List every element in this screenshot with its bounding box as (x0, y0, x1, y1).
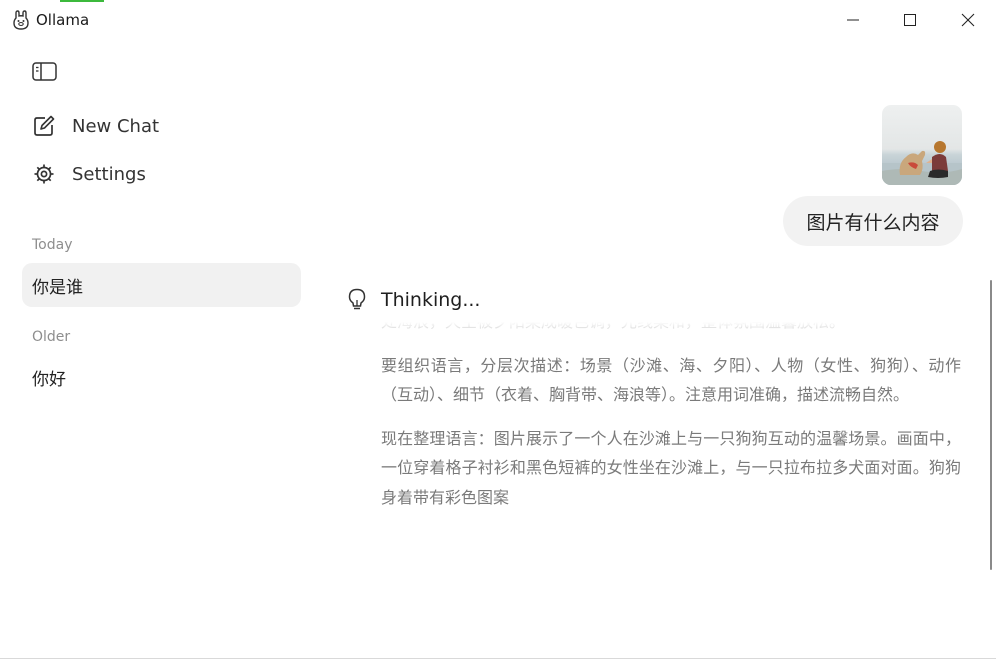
conversation-scrollbar[interactable] (987, 100, 996, 660)
new-chat-button[interactable]: New Chat (22, 106, 302, 146)
app-title: Ollama (36, 11, 90, 29)
scrollbar-thumb[interactable] (990, 280, 992, 570)
section-label-today: Today (32, 237, 73, 253)
section-label-older: Older (32, 329, 71, 345)
maximize-icon (904, 14, 916, 26)
thinking-paragraph: 要组织语言，分层次描述：场景（沙滩、海、夕阳）、人物（女性、狗狗）、动作（互动）… (381, 355, 961, 405)
thinking-label: Thinking... (381, 289, 481, 311)
chat-history-item[interactable]: 你好 (22, 355, 301, 399)
thinking-content: 处海浪，天空被夕阳染成暖色调，光线柔和，整体氛围温馨放松。 要组织语言，分层次描… (381, 322, 961, 562)
new-chat-label: New Chat (72, 115, 160, 137)
ollama-logo-icon (12, 10, 30, 30)
minimize-button[interactable] (830, 5, 876, 35)
title-bar: Ollama (0, 0, 996, 40)
settings-button[interactable]: Settings (22, 154, 302, 194)
settings-label: Settings (72, 163, 146, 185)
user-attached-image[interactable] (882, 105, 962, 185)
thinking-paragraph: 处海浪，天空被夕阳染成暖色调，光线柔和，整体氛围温馨放松。 (381, 322, 961, 337)
sidebar-toggle-icon (31, 61, 57, 81)
minimize-icon (847, 19, 859, 21)
thinking-paragraph: 现在整理语言：图片展示了一个人在沙滩上与一只狗狗互动的温馨场景。画面中，一位穿着… (381, 428, 961, 507)
close-button[interactable] (945, 5, 991, 35)
sidebar-toggle-button[interactable] (30, 60, 58, 82)
conversation-panel: 图片有什么内容 Thinking... 处海浪，天空被夕阳染成暖色调，光线柔和，… (316, 40, 996, 660)
lightbulb-icon (346, 287, 368, 313)
user-message-bubble: 图片有什么内容 (783, 196, 963, 246)
sidebar: New Chat Settings Today 你是谁 Older 你好 (0, 40, 316, 660)
window-bottom-border (0, 658, 996, 659)
thinking-toggle[interactable]: Thinking... (346, 285, 480, 315)
maximize-button[interactable] (887, 5, 933, 35)
new-chat-icon (32, 114, 56, 138)
close-icon (961, 13, 975, 27)
chat-history-item[interactable]: 你是谁 (22, 263, 301, 307)
gear-icon (32, 162, 56, 186)
